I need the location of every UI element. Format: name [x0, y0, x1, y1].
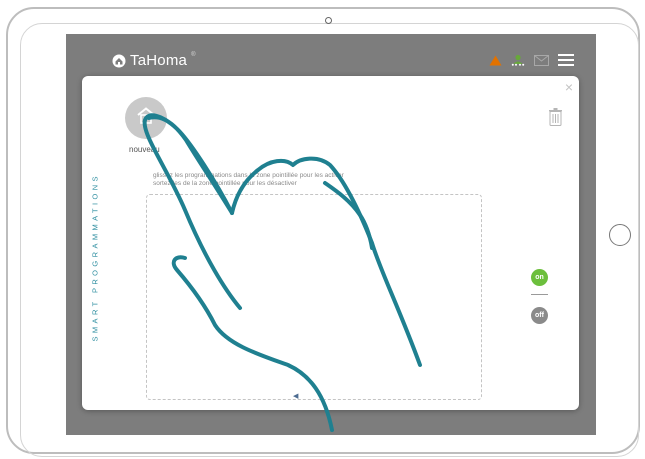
close-icon[interactable]: × — [565, 79, 573, 95]
instruction-activate: glissez les programmations dans la zone … — [153, 172, 344, 179]
activation-dropzone[interactable]: ◀ — [146, 194, 482, 400]
logo: TaHoma ® — [112, 52, 195, 69]
instruction-deactivate: sortez-les de la zone pointillée pour le… — [153, 180, 297, 187]
menu-icon[interactable] — [558, 54, 574, 66]
toggle-off-button[interactable]: off — [531, 307, 548, 324]
new-programmation-button[interactable] — [125, 97, 167, 139]
new-label: nouveau — [129, 145, 160, 154]
instructions: glissez les programmations dans la zone … — [153, 172, 393, 188]
camera-icon — [325, 17, 332, 24]
app-screen: TaHoma ® × nouveau glissez les programma… — [66, 34, 596, 435]
scroll-left-arrow-icon[interactable]: ◀ — [293, 392, 298, 400]
user-network-icon[interactable] — [511, 54, 525, 66]
house-logo-icon — [112, 54, 126, 68]
toggle-divider — [531, 294, 548, 295]
home-button[interactable] — [609, 224, 631, 246]
calendar-house-icon — [136, 106, 156, 130]
registered-mark: ® — [191, 52, 196, 58]
trash-icon[interactable] — [549, 108, 562, 131]
smart-programmations-modal: × nouveau glissez les programmations dan — [82, 76, 579, 410]
alert-icon[interactable] — [489, 55, 502, 66]
toggle-on-button[interactable]: on — [531, 269, 548, 286]
section-title: SMART PROGRAMMATIONS — [90, 173, 100, 342]
top-icons — [489, 54, 574, 66]
mail-icon[interactable] — [534, 54, 549, 66]
brand-name: TaHoma — [130, 52, 188, 69]
